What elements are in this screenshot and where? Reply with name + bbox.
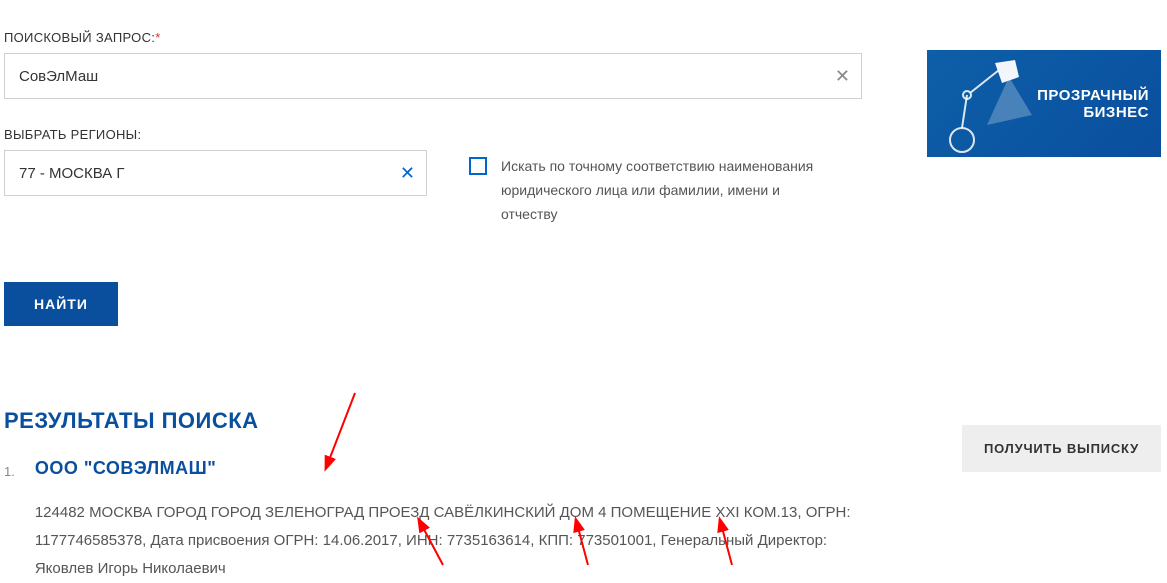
search-input[interactable] [4,53,862,99]
region-input-wrapper: ✕ [4,150,427,196]
result-details: 124482 МОСКВА ГОРОД ГОРОД ЗЕЛЕНОГРАД ПРО… [35,499,885,582]
search-label: ПОИСКОВЫЙ ЗАПРОС:* [4,30,1167,45]
result-item: 1. ООО "СОВЭЛМАШ" 124482 МОСКВА ГОРОД ГО… [4,458,1167,582]
result-number: 1. [4,464,15,479]
lamp-icon [937,55,1047,155]
region-label: ВЫБРАТЬ РЕГИОНЫ: [4,127,427,142]
region-input[interactable] [4,150,427,196]
exact-match-checkbox[interactable] [469,157,487,175]
clear-search-icon[interactable]: ✕ [835,67,850,85]
banner-line1: ПРОЗРАЧНЫЙ [1037,87,1149,104]
get-extract-button[interactable]: ПОЛУЧИТЬ ВЫПИСКУ [962,425,1161,472]
banner-line2: БИЗНЕС [1037,104,1149,121]
transparent-business-banner[interactable]: ПРОЗРАЧНЫЙ БИЗНЕС [927,50,1161,157]
find-button[interactable]: НАЙТИ [4,282,118,326]
search-input-wrapper: ✕ [4,53,862,99]
clear-region-icon[interactable]: ✕ [400,164,415,182]
checkbox-label: Искать по точному соответствию наименова… [501,155,829,226]
